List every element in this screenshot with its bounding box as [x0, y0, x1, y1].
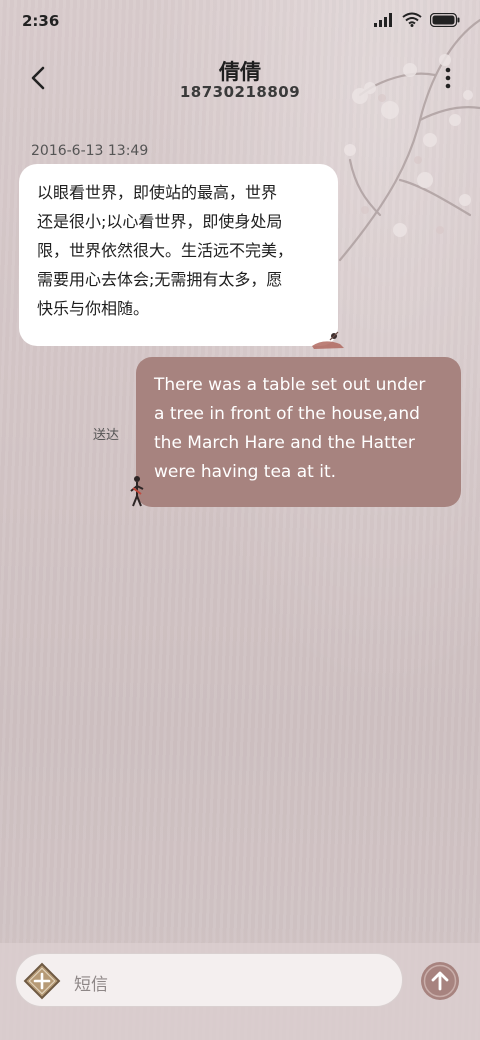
battery-icon [430, 12, 460, 27]
message-input[interactable]: 短信 [15, 953, 403, 1007]
outgoing-message-line: a tree in front of the house,and [154, 404, 420, 424]
incoming-message-line: 还是很小;以心看世界，即使身处局 [37, 212, 283, 231]
more-vertical-icon [445, 67, 451, 89]
contact-number: 18730218809 [179, 83, 301, 101]
message-timestamp: 2016-6-13 13:49 [31, 143, 149, 159]
incoming-message-bubble[interactable]: 以眼看世界，即使站的最高，世界 还是很小;以心看世界，即使身处局 限，世界依然很… [19, 164, 338, 346]
wifi-icon [402, 12, 422, 27]
signal-icon [374, 12, 392, 27]
input-placeholder: 短信 [74, 975, 108, 995]
outgoing-message-bubble[interactable]: There was a table set out under a tree i… [136, 357, 461, 507]
outgoing-message-line: There was a table set out under [154, 375, 426, 395]
incoming-message-line: 限，世界依然很大。生活远不完美， [37, 241, 294, 260]
composer-bar: 短信 [0, 943, 480, 1040]
bubble-figure-decoration [130, 476, 144, 507]
conversation-header: 倩倩 18730218809 [0, 52, 480, 108]
status-icons [374, 12, 460, 27]
more-options-button[interactable] [438, 64, 458, 92]
delivery-status: 送达 [93, 428, 120, 443]
incoming-message-line: 以眼看世界，即使站的最高，世界 [37, 183, 278, 202]
status-bar: 2:36 [0, 0, 480, 44]
send-button[interactable] [420, 961, 460, 1001]
incoming-message-line: 需要用心去体会;无需拥有太多，愿 [37, 270, 283, 289]
plus-icon[interactable] [23, 962, 61, 1000]
bubble-figure-decoration [312, 331, 344, 349]
contact-name: 倩倩 [219, 60, 261, 84]
outgoing-message-line: were having tea at it. [154, 462, 337, 482]
incoming-message-line: 快乐与你相随。 [37, 299, 150, 318]
status-time: 2:36 [22, 12, 60, 30]
outgoing-message-line: the March Hare and the Hatter [154, 433, 415, 453]
